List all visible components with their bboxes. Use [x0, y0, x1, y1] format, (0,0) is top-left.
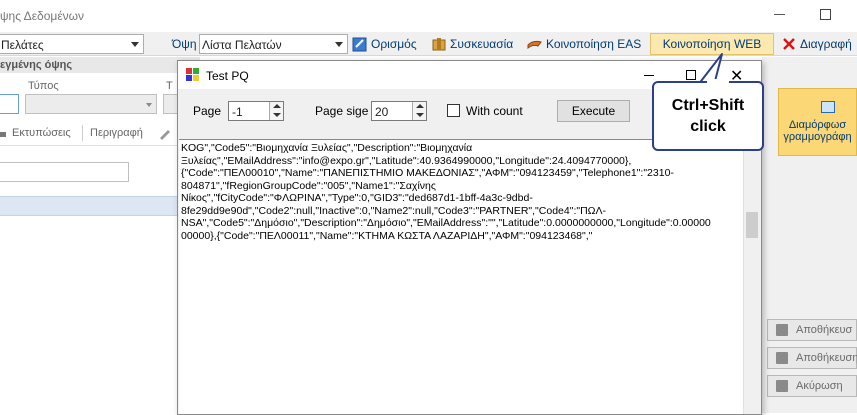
type-label-2: Τ [166, 80, 173, 92]
shortcut-callout: Ctrl+Shift click [652, 81, 764, 151]
view-label: Όψη [172, 37, 197, 51]
entity-combo[interactable]: Πελάτες [0, 34, 144, 54]
arrow-up-icon[interactable] [273, 104, 281, 108]
printer-icon [0, 132, 6, 137]
page-size-stepper[interactable]: 20 [371, 101, 427, 121]
cancel-label: Ακύρωση [796, 380, 843, 392]
package-icon [432, 38, 446, 51]
save-as-label: Αποθήκευση [796, 352, 857, 364]
format-button[interactable]: Διαμόρφωσ γραμμογράφη [778, 88, 857, 156]
type-dropdown[interactable] [25, 94, 157, 114]
delete-label: Διαγραφή [800, 37, 852, 51]
minimize-icon[interactable] [774, 14, 785, 15]
page-size-value: 20 [375, 105, 389, 119]
stepper-buttons[interactable] [412, 102, 426, 120]
cancel-icon [776, 380, 788, 392]
tab-divider [82, 125, 83, 141]
page-size-label: Page sige [315, 104, 369, 118]
output-textarea[interactable]: KOG","Code5":"Βιομηχανία Ξυλείας","Descr… [179, 139, 760, 414]
save-button[interactable]: Αποθήκευσ [767, 319, 857, 341]
format-label-1: Διαμόρφωσ [788, 119, 847, 131]
delete-button[interactable]: Διαγραφή [781, 35, 852, 53]
dialog-title: Test PQ [206, 69, 249, 83]
save-as-button[interactable]: Αποθήκευση [767, 347, 857, 369]
arrow-down-icon[interactable] [273, 113, 281, 117]
package-label: Συσκευασία [450, 37, 514, 51]
output-text: KOG","Code5":"Βιομηχανία Ξυλείας","Descr… [181, 142, 711, 242]
define-label: Ορισμός [371, 37, 417, 51]
section-header: εγμένης όψης [0, 57, 200, 73]
page-label: Page [193, 104, 222, 118]
callout-join [707, 79, 729, 83]
eas-share-label: Κοινοποίηση EAS [546, 37, 642, 51]
description-field[interactable] [0, 162, 129, 182]
define-button[interactable]: Ορισμός [352, 35, 417, 53]
vertical-scrollbar[interactable] [743, 140, 760, 414]
execute-button[interactable]: Execute [557, 100, 630, 122]
view-combo[interactable]: Λίστα Πελατών [199, 34, 348, 54]
with-count-checkbox[interactable] [447, 104, 460, 117]
scrollbar-thumb[interactable] [746, 212, 758, 238]
with-count-label: With count [466, 104, 523, 118]
callout-line-2: click [690, 118, 726, 135]
edit-icon [352, 37, 367, 52]
page-value: -1 [232, 105, 243, 119]
eas-share-button[interactable]: Κοινοποίηση EAS [527, 35, 641, 53]
maximize-icon[interactable] [820, 9, 831, 20]
chevron-down-icon [131, 42, 139, 47]
chevron-down-icon [335, 42, 343, 47]
entity-combo-value: Πελάτες [1, 38, 44, 52]
divider [0, 145, 180, 146]
selected-row[interactable] [0, 196, 180, 216]
app-icon [186, 68, 199, 81]
edit-icon[interactable] [158, 126, 172, 140]
share-icon [527, 40, 542, 50]
tab-description[interactable]: Περιγραφή [90, 127, 143, 139]
stepper-buttons[interactable] [269, 102, 283, 120]
cancel-button[interactable]: Ακύρωση [767, 375, 857, 397]
type-label: Τύπος [28, 80, 59, 92]
layout-icon [821, 101, 835, 113]
callout-line-1: Ctrl+Shift [671, 97, 745, 114]
arrow-down-icon[interactable] [416, 113, 424, 117]
arrow-up-icon[interactable] [416, 104, 424, 108]
save-label: Αποθήκευσ [796, 324, 853, 336]
minimize-icon[interactable] [644, 75, 654, 76]
window-title: ψης Δεδομένων [0, 9, 85, 23]
code-field[interactable] [0, 94, 19, 114]
format-label-2: γραμμογράφη [783, 131, 852, 143]
chevron-down-icon [146, 103, 152, 107]
save-icon [776, 352, 788, 364]
delete-x-icon [783, 38, 795, 50]
tab-prints[interactable]: Εκτυπώσεις [12, 127, 71, 139]
main-titlebar: ψης Δεδομένων [0, 0, 857, 32]
view-combo-value: Λίστα Πελατών [202, 38, 282, 52]
page-stepper[interactable]: -1 [228, 101, 284, 121]
package-button[interactable]: Συσκευασία [431, 35, 513, 53]
save-icon [776, 324, 788, 336]
